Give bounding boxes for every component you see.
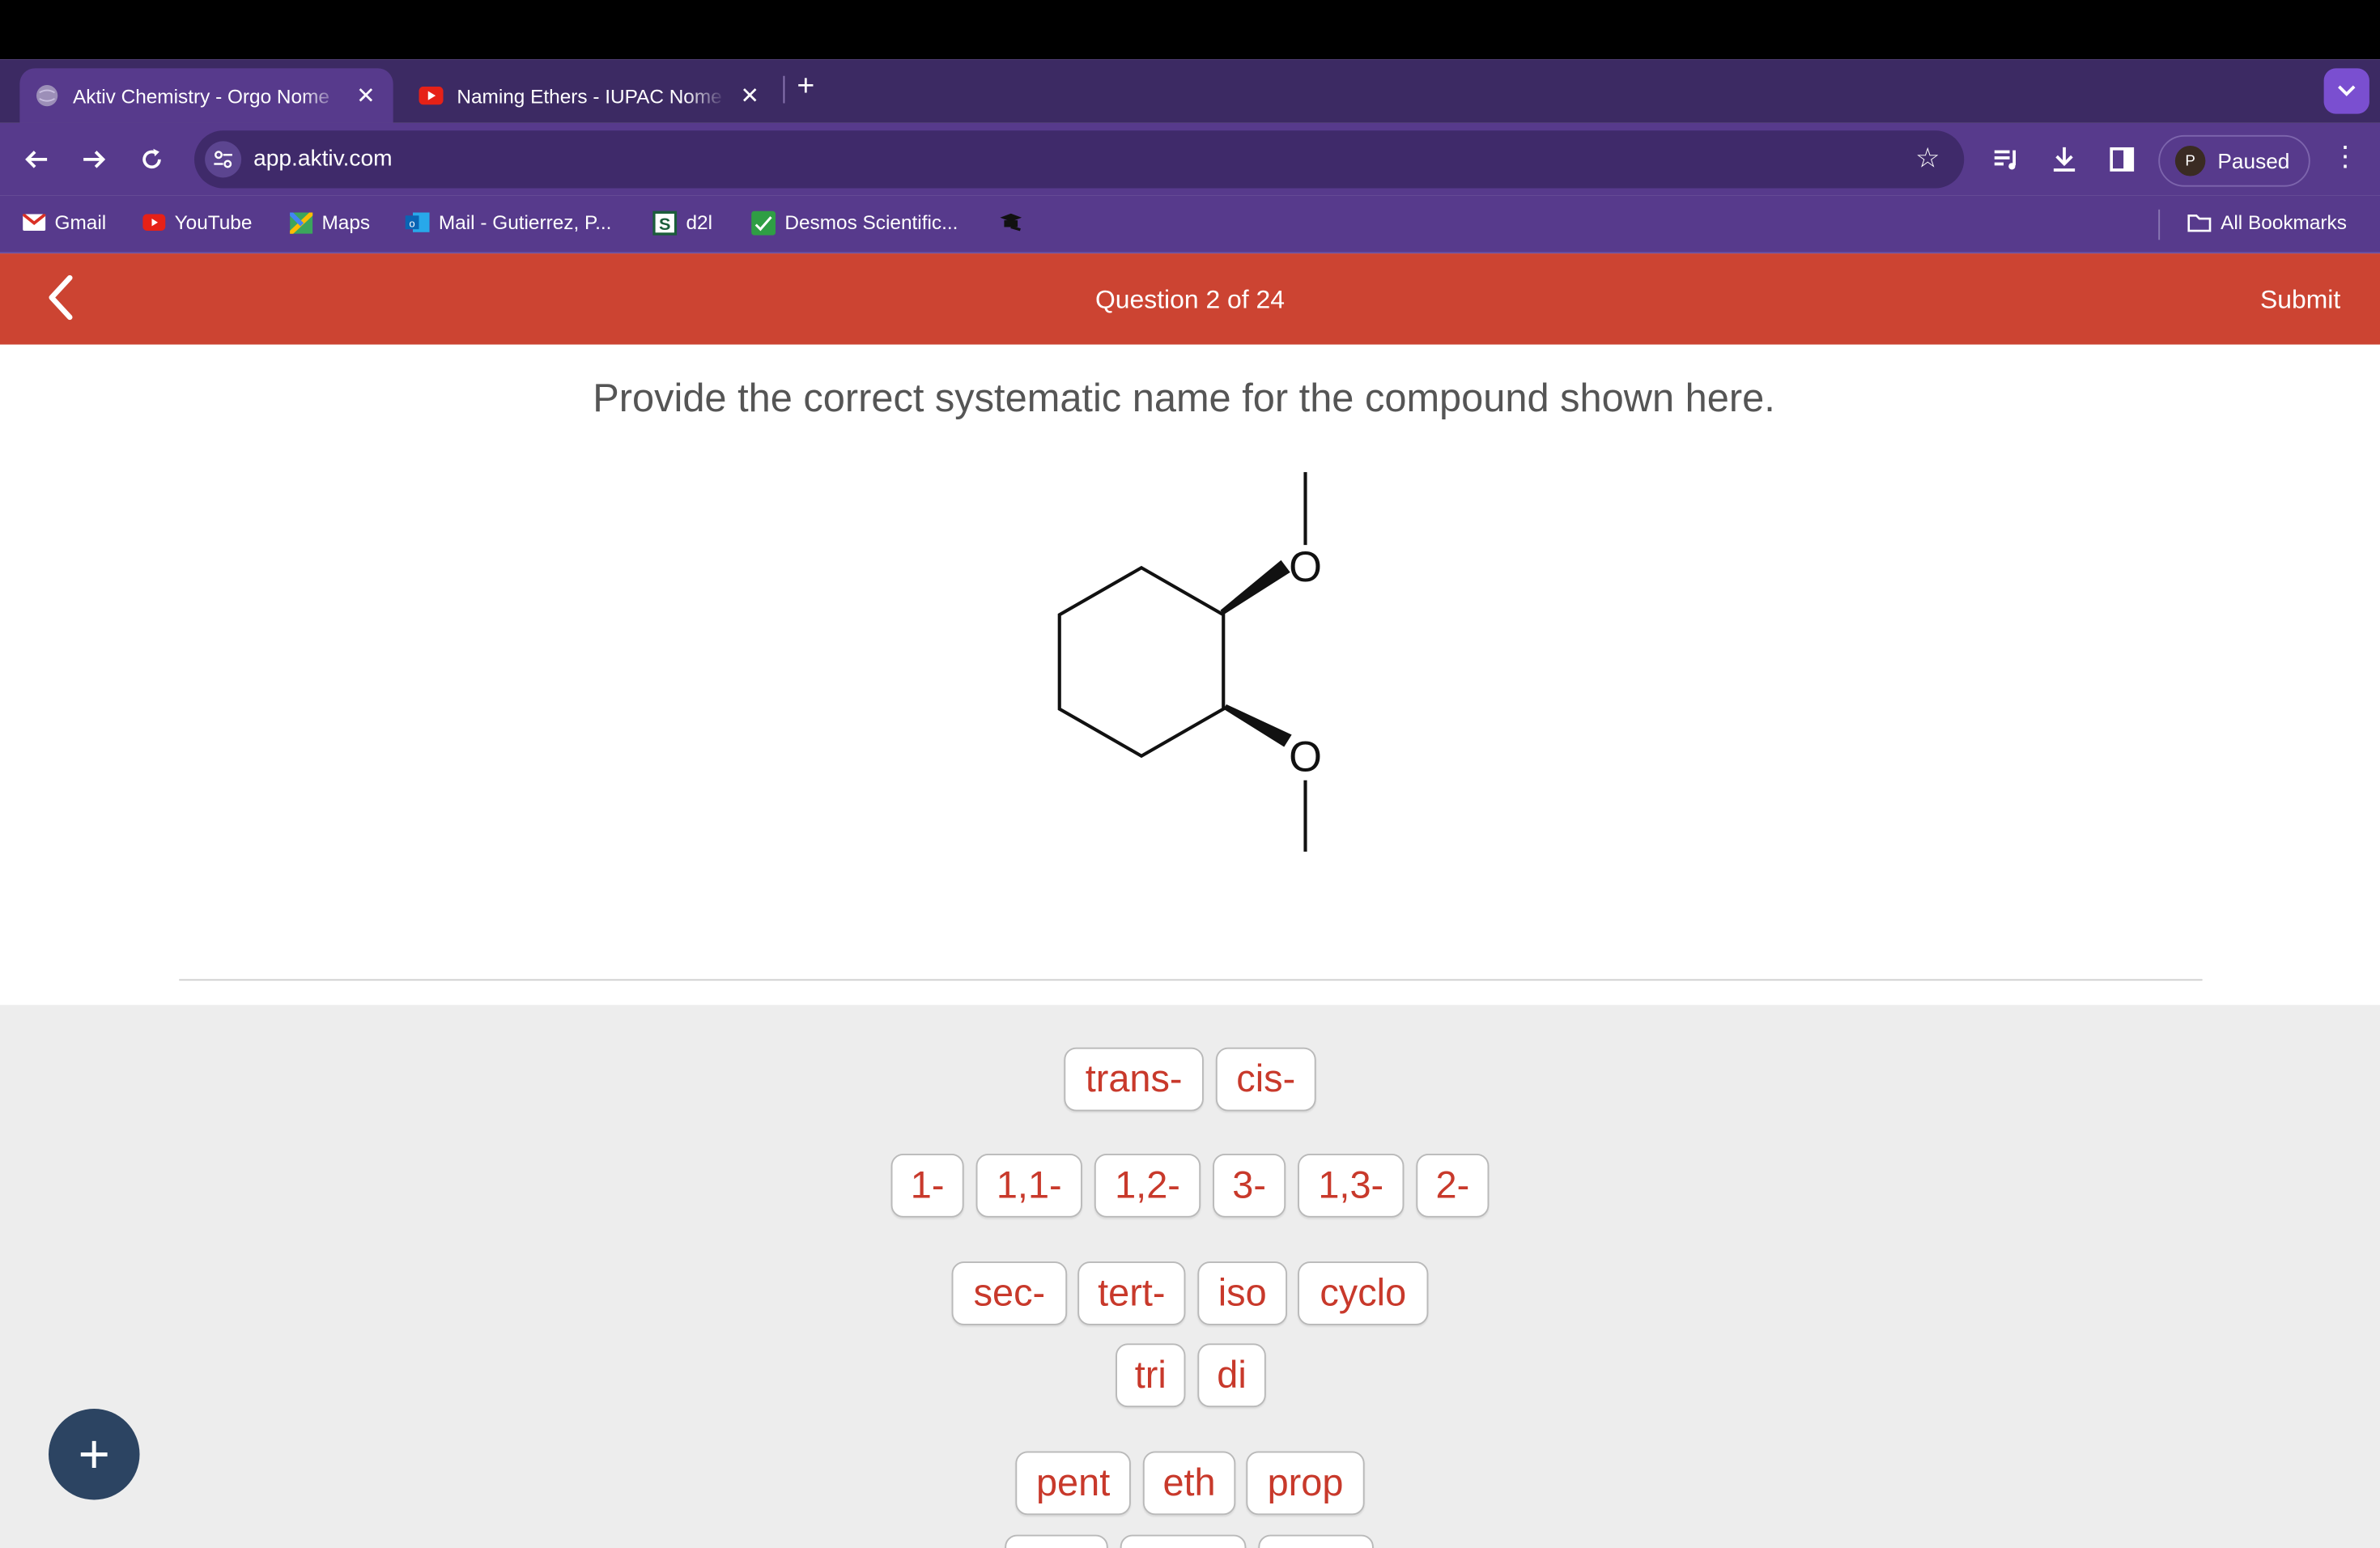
question-counter: Question 2 of 24 [1095,285,1285,315]
new-tab-icon[interactable]: + [797,70,814,104]
tile-1-3[interactable]: 1,3- [1298,1154,1405,1218]
download-icon[interactable] [2046,141,2083,177]
divider [179,979,2203,981]
url-text: app.aktiv.com [253,146,393,172]
tile-di[interactable]: di [1197,1343,1266,1408]
tab-aktiv[interactable]: Aktiv Chemistry - Orgo Nome ✕ [19,68,393,123]
tab-title: Aktiv Chemistry - Orgo Nome [73,84,329,108]
close-icon[interactable]: ✕ [737,82,762,109]
cap-icon [999,211,1023,232]
bookmark-label: YouTube [174,211,253,234]
tile-prop[interactable]: prop [1246,1451,1365,1516]
bookmark-extra[interactable] [999,211,1032,232]
question-area: Provide the correct systematic name for … [0,344,2380,1006]
youtube-icon [141,212,165,233]
desmos-icon [751,210,776,235]
d2l-icon: S [652,210,678,235]
tab-title: Naming Ethers - IUPAC Nome [457,84,722,108]
gmail-icon [21,212,45,233]
forward-arrow-icon[interactable] [76,141,113,177]
tile-tri[interactable]: tri [1116,1343,1186,1408]
svg-text:o: o [409,217,414,229]
globe-icon [35,83,59,108]
youtube-icon [419,83,444,108]
bookmark-label: Mail - Gutierrez, P... [438,211,612,234]
tile-tert[interactable]: tert- [1077,1261,1186,1325]
oxygen-atom: O [1289,543,1322,591]
oxygen-atom: O [1289,734,1322,781]
tile-1-2[interactable]: 1,2- [1094,1154,1201,1218]
tile-partial[interactable] [1120,1534,1247,1548]
reload-icon[interactable] [134,141,170,177]
tile-trans[interactable]: trans- [1064,1047,1204,1112]
side-panel-icon[interactable] [2104,141,2140,177]
tile-sec[interactable]: sec- [951,1261,1068,1325]
tile-partial[interactable] [1258,1534,1374,1548]
wedge-bond [1223,704,1292,747]
bookmarks-separator [2158,209,2161,240]
media-queue-icon[interactable] [1988,141,2025,177]
avatar: P [2174,146,2206,176]
bookmark-maps[interactable]: Maps [288,211,370,234]
tile-pent[interactable]: pent [1015,1451,1131,1516]
molecule-structure: O O [1057,472,1322,852]
browser-toolbar: app.aktiv.com ☆ P Paused ⋮ [0,122,2380,196]
tab-separator [783,75,785,104]
close-icon[interactable]: ✕ [354,82,378,109]
tile-cyclo[interactable]: cyclo [1298,1261,1429,1325]
bookmarks-bar: Gmail YouTube Maps o Mail - Gutierrez, P… [0,195,2380,254]
cyclohexane-ring [1057,565,1226,759]
svg-text:S: S [659,213,670,233]
profile-status: Paused [2217,148,2290,173]
site-info-icon[interactable] [205,141,242,178]
add-button[interactable]: + [49,1409,140,1500]
bookmark-d2l[interactable]: S d2l [652,210,713,235]
bookmark-youtube[interactable]: YouTube [141,211,252,234]
tile-3[interactable]: 3- [1213,1154,1286,1218]
kebab-menu-icon[interactable]: ⋮ [2330,141,2361,172]
profile-button[interactable]: P Paused [2158,134,2310,187]
maps-icon [288,211,312,233]
folder-icon [2187,212,2212,233]
bookmark-label: d2l [686,211,713,234]
question-header: Question 2 of 24 Submit [0,253,2380,345]
tile-eth[interactable]: eth [1142,1451,1236,1516]
bookmark-label: Desmos Scientific... [784,211,958,234]
tile-iso[interactable]: iso [1197,1261,1287,1325]
bookmark-label: Gmail [54,211,107,234]
address-bar[interactable]: app.aktiv.com ☆ [194,130,1965,189]
tile-1[interactable]: 1- [890,1154,964,1218]
wedge-bond [1220,559,1290,615]
tab-strip: Aktiv Chemistry - Orgo Nome ✕ Naming Eth… [0,59,2380,123]
app-stage: Aktiv Chemistry - Orgo Nome ✕ Naming Eth… [0,0,2380,1548]
back-arrow-icon[interactable] [19,141,55,177]
tile-2[interactable]: 2- [1416,1154,1490,1218]
tile-partial[interactable] [1005,1534,1108,1548]
tile-cis[interactable]: cis- [1215,1047,1316,1112]
bookmark-star-icon[interactable]: ☆ [1915,142,1940,174]
bookmark-gmail[interactable]: Gmail [21,211,106,234]
question-prompt: Provide the correct systematic name for … [593,375,1775,421]
tab-naming-ethers[interactable]: Naming Ethers - IUPAC Nome ✕ [404,68,777,123]
all-bookmarks-label: All Bookmarks [2221,211,2347,234]
tile-1-1[interactable]: 1,1- [975,1154,1082,1218]
bookmark-label: Maps [321,211,371,234]
bookmark-mail[interactable]: o Mail - Gutierrez, P... [405,211,612,234]
bookmark-desmos[interactable]: Desmos Scientific... [751,210,958,235]
outlook-icon: o [405,212,430,233]
tab-search-icon[interactable] [2323,68,2369,114]
submit-button[interactable]: Submit [2260,286,2340,317]
all-bookmarks[interactable]: All Bookmarks [2187,211,2347,234]
screen-top-bar [0,0,2380,60]
